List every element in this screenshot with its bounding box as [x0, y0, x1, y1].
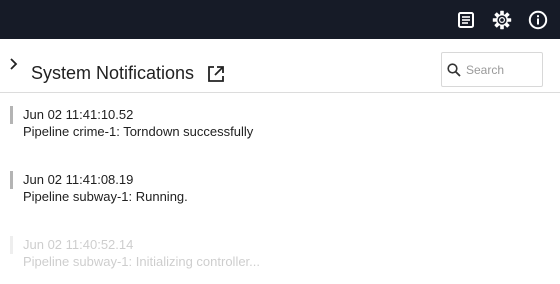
notification-time: Jun 02 11:41:08.19	[23, 172, 134, 187]
open-external-icon[interactable]	[206, 64, 228, 86]
notes-icon[interactable]	[455, 9, 477, 31]
gear-icon[interactable]	[491, 9, 513, 31]
top-bar	[0, 0, 560, 39]
notification-marker	[10, 106, 13, 124]
chevron-right-icon[interactable]	[6, 56, 22, 72]
notifications-header: System Notifications	[0, 39, 560, 93]
page-title: System Notifications	[31, 63, 195, 83]
notification-message: Pipeline crime-1: Torndown successfully	[23, 124, 254, 139]
notification-message: Pipeline subway-1: Initializing controll…	[23, 254, 261, 269]
notification-marker	[10, 236, 13, 254]
notification-marker	[10, 171, 13, 189]
notification-time: Jun 02 11:41:10.52	[23, 107, 134, 122]
search-icon	[446, 62, 462, 78]
search-box[interactable]	[441, 52, 543, 87]
notification-item: Jun 02 11:40:52.14 Pipeline subway-1: In…	[10, 236, 530, 269]
notification-time: Jun 02 11:40:52.14	[23, 237, 134, 252]
info-icon[interactable]	[527, 9, 549, 31]
search-input[interactable]	[466, 60, 538, 80]
notification-item: Jun 02 11:41:10.52 Pipeline crime-1: Tor…	[10, 106, 530, 139]
notification-item: Jun 02 11:41:08.19 Pipeline subway-1: Ru…	[10, 171, 530, 204]
notification-message: Pipeline subway-1: Running.	[23, 189, 188, 204]
